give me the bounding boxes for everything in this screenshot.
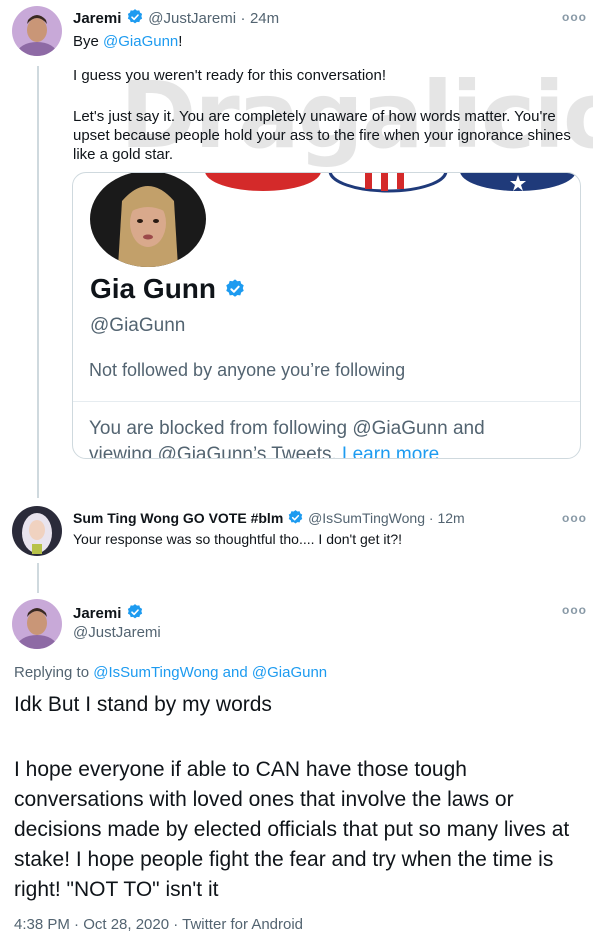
card-profile-avatar — [90, 173, 206, 267]
tweet-header: Jaremi — [73, 603, 144, 623]
embedded-profile-card[interactable]: Gia Gunn @GiaGunn Not followed by anyone… — [72, 172, 581, 459]
tweet-text-line: Bye @GiaGunn! — [73, 33, 182, 50]
mention-link[interactable]: @IsSumTingWong — [93, 664, 218, 681]
verified-badge-icon — [126, 8, 144, 26]
avatar[interactable] — [12, 506, 62, 556]
more-horizontal-icon[interactable]: ooo — [562, 603, 587, 617]
tweet-header: Sum Ting Wong GO VOTE #blm @IsSumTingWon… — [73, 509, 465, 526]
avatar[interactable] — [12, 6, 62, 56]
author-handle[interactable]: @IsSumTingWong — [308, 510, 425, 526]
more-horizontal-icon[interactable]: ooo — [562, 511, 587, 525]
tweet-header: Jaremi @JustJaremi · 24m — [73, 8, 279, 28]
author-name[interactable]: Jaremi — [73, 10, 121, 27]
tweet-time[interactable]: 12m — [437, 510, 464, 526]
replying-to: Replying to @IsSumTingWong and @GiaGunn — [14, 664, 327, 681]
tweet-time[interactable]: 24m — [250, 10, 279, 27]
author-handle[interactable]: @JustJaremi — [73, 624, 161, 641]
learn-more-link[interactable]: Learn more — [342, 444, 439, 458]
bye-prefix: Bye — [73, 33, 104, 50]
mention-link[interactable]: @GiaGunn — [103, 33, 178, 50]
replying-and: and — [218, 664, 252, 681]
author-name[interactable]: Jaremi — [73, 605, 121, 622]
more-horizontal-icon[interactable]: ooo — [562, 10, 587, 24]
replying-prefix: Replying to — [14, 664, 94, 681]
tweet-paragraph: I hope everyone if able to CAN have thos… — [14, 758, 570, 901]
tweet-paragraph: Idk But I stand by my words — [14, 693, 272, 716]
card-profile-name: Gia Gunn — [90, 273, 246, 305]
thread-line-2 — [37, 563, 39, 593]
separator: · — [428, 510, 434, 526]
author-name[interactable]: Sum Ting Wong GO VOTE #blm — [73, 510, 283, 526]
avatar[interactable] — [12, 599, 62, 649]
tweet-text: Your response was so thoughtful tho.... … — [73, 531, 403, 547]
card-divider — [73, 401, 580, 402]
thread-line-1 — [37, 66, 39, 498]
bye-suffix: ! — [178, 33, 183, 50]
verified-badge-icon — [287, 509, 304, 526]
mention-link[interactable]: @GiaGunn — [252, 664, 327, 681]
card-profile-handle: @GiaGunn — [90, 315, 186, 336]
verified-badge-icon — [224, 278, 246, 300]
verified-badge-icon — [126, 603, 144, 621]
author-handle[interactable]: @JustJaremi — [148, 10, 236, 27]
tweet-paragraph: I guess you weren't ready for this conve… — [73, 67, 387, 84]
tweet-timestamp[interactable]: 4:38 PM · Oct 28, 2020 · Twitter for And… — [14, 916, 303, 933]
card-blocked-notice: You are blocked from following @GiaGunn … — [89, 416, 549, 458]
separator: · — [240, 10, 246, 27]
card-follow-status: Not followed by anyone you’re following — [89, 360, 406, 380]
tweet-paragraph: Let's just say it. You are completely un… — [73, 108, 571, 163]
card-profile-name-text: Gia Gunn — [90, 273, 216, 304]
